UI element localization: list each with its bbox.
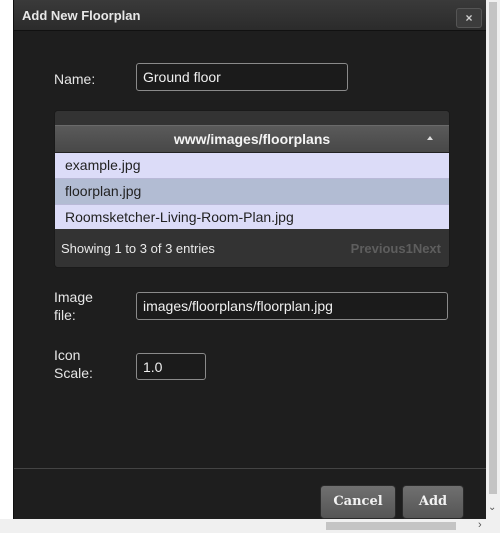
scroll-right-icon[interactable]: ›: [478, 519, 482, 531]
close-button[interactable]: ×: [456, 8, 482, 28]
name-label: Name:: [54, 71, 96, 87]
table-header[interactable]: www/images/floorplans: [55, 125, 449, 153]
scroll-down-icon[interactable]: ⌄: [488, 502, 496, 513]
add-floorplan-dialog: Add New Floorplan × Name: www/images/flo…: [14, 0, 486, 519]
name-input[interactable]: [136, 63, 348, 91]
icon-scale-input[interactable]: [136, 353, 206, 380]
pager-page-1-button[interactable]: 1: [406, 241, 413, 256]
vertical-scroll-thumb[interactable]: [489, 2, 497, 494]
pager-previous-button[interactable]: Previous: [351, 241, 406, 256]
table-row[interactable]: example.jpg: [55, 153, 449, 179]
pager-next-button[interactable]: Next: [413, 241, 441, 256]
dialog-title: Add New Floorplan: [22, 8, 141, 23]
file-table: www/images/floorplans example.jpg floorp…: [54, 110, 450, 268]
icon-scale-label: Icon Scale:: [54, 347, 93, 381]
dialog-header[interactable]: Add New Floorplan ×: [14, 0, 486, 31]
image-file-input[interactable]: [136, 292, 448, 320]
footer-divider: [14, 468, 486, 469]
add-button[interactable]: Add: [402, 485, 464, 519]
horizontal-scroll-thumb[interactable]: [326, 522, 456, 530]
vertical-scrollbar[interactable]: ⌄: [486, 0, 500, 519]
table-footer: Showing 1 to 3 of 3 entries Previous1Nex…: [55, 229, 449, 267]
image-file-label: Image file:: [54, 289, 93, 323]
column-header: www/images/floorplans: [173, 131, 331, 147]
table-row[interactable]: floorplan.jpg: [55, 179, 449, 205]
horizontal-scrollbar[interactable]: ›: [0, 519, 500, 533]
table-info: Showing 1 to 3 of 3 entries: [61, 241, 215, 256]
close-icon: ×: [465, 11, 473, 25]
cancel-button[interactable]: Cancel: [320, 485, 396, 519]
pagination: Previous1Next: [351, 241, 441, 256]
sort-asc-icon: [427, 136, 433, 140]
table-row[interactable]: Roomsketcher-Living-Room-Plan.jpg: [55, 205, 449, 231]
